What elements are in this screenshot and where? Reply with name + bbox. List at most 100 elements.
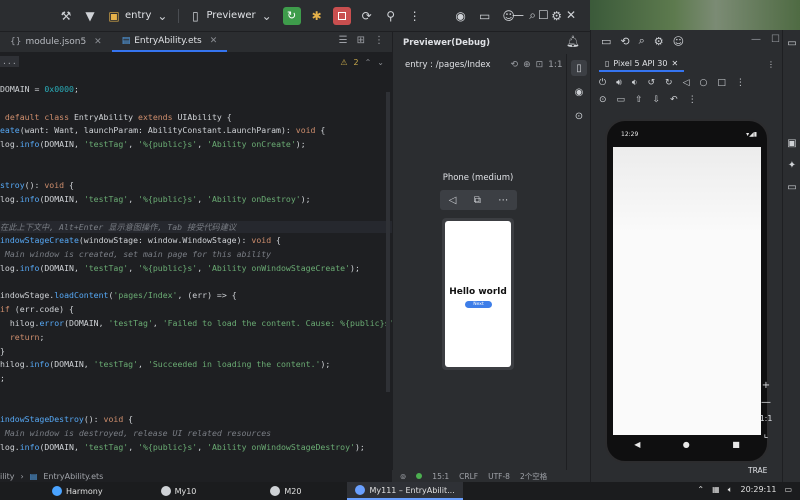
split-icon[interactable]: ⊞ (357, 35, 365, 46)
run-config-selector[interactable]: ▯ Previewer ⌄ (187, 8, 274, 24)
more-icon[interactable]: ⋮ (407, 8, 423, 24)
rotate-left-icon[interactable]: ↺ (647, 78, 655, 92)
zoom-ratio-button[interactable]: 1:1 (760, 414, 773, 423)
inspect-icon[interactable]: ⊚ (400, 472, 406, 481)
inspection-status[interactable]: ⚠ 2 ⌃ ⌄ (340, 58, 384, 67)
close-icon[interactable]: ✕ (94, 37, 102, 47)
profiler-icon[interactable]: ⚲ (383, 8, 399, 24)
ratio-toggle[interactable]: 1:1 (548, 60, 562, 70)
search-icon[interactable]: ⌕ (639, 34, 645, 48)
minimize-button[interactable]: — (512, 8, 524, 22)
zoom-in-button[interactable]: + (762, 380, 770, 391)
code-line: } (0, 346, 5, 356)
minimize-button[interactable]: — (751, 34, 761, 45)
more-icon[interactable]: ⋮ (688, 95, 697, 109)
sparkle-icon[interactable]: ✦ (785, 158, 799, 172)
taskbar-item-my10[interactable]: My10 (153, 482, 205, 500)
tray-label[interactable]: TRAE (748, 466, 767, 475)
device-icon[interactable]: ▯ (571, 60, 587, 76)
notification-icon[interactable]: 🔔︎ (566, 35, 580, 48)
back-icon[interactable]: ◁ (683, 78, 690, 92)
folded-imports[interactable]: ... (0, 56, 19, 67)
rotate-icon[interactable]: ⧉ (474, 195, 481, 206)
more-icon[interactable]: ⋮ (767, 60, 775, 69)
back-icon[interactable]: ◀ (634, 440, 640, 449)
folder-icon[interactable]: ▭ (477, 8, 493, 24)
power-icon[interactable]: ⏻ (599, 78, 606, 92)
line-separator[interactable]: CRLF (459, 472, 478, 481)
tab-pixel5[interactable]: ▯ Pixel 5 API 30 ✕ (599, 57, 685, 72)
chevron-up-icon[interactable]: ⌃ (365, 58, 372, 67)
rerun-button[interactable]: ↻ (282, 6, 301, 25)
back-icon[interactable]: ◁ (449, 195, 457, 206)
eye-icon[interactable]: ◉ (571, 84, 587, 100)
gear-icon[interactable]: ⚙ (549, 8, 565, 24)
overview-icon[interactable]: □ (717, 78, 726, 92)
build-icon[interactable]: ▼ (82, 8, 98, 24)
home-icon[interactable]: ○ (699, 78, 707, 92)
code-editor[interactable]: ⚠ 2 ⌃ ⌄ ... DOMAIN = 0x0000; default cla… (0, 52, 392, 470)
gear-icon[interactable]: ⚙ (654, 35, 664, 48)
taskbar-item-harmony[interactable]: Harmony (44, 482, 111, 500)
device-icon[interactable]: ▭ (785, 180, 799, 194)
multi-device-icon[interactable]: ⊡ (536, 60, 544, 70)
more-icon[interactable]: ⋮ (736, 78, 745, 92)
home-icon[interactable]: ● (683, 440, 690, 449)
page-path[interactable]: entry : /pages/Index (405, 60, 491, 70)
breadcrumb-item[interactable]: ility (0, 472, 15, 481)
zoom-icon[interactable]: ⊕ (523, 60, 531, 70)
hammer-icon[interactable]: ⚒ (58, 8, 74, 24)
editor-scrollbar[interactable] (386, 92, 390, 392)
chat-icon[interactable]: ▣ (785, 136, 799, 150)
more-icon[interactable]: ⋮ (374, 35, 384, 46)
phone-screen[interactable] (613, 147, 761, 435)
close-button[interactable]: ✕ (566, 8, 576, 22)
close-icon[interactable]: ✕ (671, 59, 678, 68)
encoding[interactable]: UTF-8 (488, 472, 510, 481)
zoom-out-button[interactable]: — (761, 397, 771, 408)
window-icon[interactable]: ▭ (785, 36, 799, 50)
tab-module-json5[interactable]: {} module.json5 ✕ (0, 32, 112, 52)
volume-up-icon[interactable]: 🔊︎ (616, 78, 622, 92)
upload-icon[interactable]: ⇧ (635, 95, 643, 109)
next-button[interactable]: Next (465, 301, 492, 308)
network-icon[interactable]: ▦ (712, 485, 720, 495)
camera-icon[interactable]: ⊙ (599, 95, 607, 109)
record-icon[interactable]: ▭ (617, 95, 626, 109)
taskbar-item-my111[interactable]: My111 – EntryAbilit... (347, 482, 463, 500)
project-selector[interactable]: ▣ entry ⌄ (106, 8, 170, 24)
breadcrumb-item[interactable]: EntryAbility.ets (43, 472, 103, 481)
rotate-right-icon[interactable]: ↻ (665, 78, 673, 92)
clock[interactable]: 20:29:11 (741, 485, 777, 495)
more-icon[interactable]: ⋯ (498, 195, 508, 206)
taskbar-item-m20[interactable]: M20 (262, 482, 309, 500)
tab-list-icon[interactable]: ☰ (339, 35, 348, 46)
notification-icon[interactable]: ▭ (784, 485, 792, 495)
undo-icon[interactable]: ↶ (670, 95, 678, 109)
inspector-icon[interactable]: ⊙ (571, 108, 587, 124)
debug-icon[interactable]: ✱ (309, 8, 325, 24)
preview-screen[interactable]: Hello world Next (445, 221, 511, 367)
cursor-position[interactable]: 15:1 (432, 472, 449, 481)
app-icon (52, 486, 62, 496)
overview-icon[interactable]: ■ (732, 440, 740, 449)
download-icon[interactable]: ⇩ (653, 95, 661, 109)
sync-icon[interactable]: ⟲ (620, 35, 629, 48)
fit-screen-icon[interactable]: ⌞ (764, 429, 769, 440)
stop-button[interactable] (332, 6, 351, 25)
device-manager-icon[interactable]: ◉ (453, 8, 469, 24)
close-icon[interactable]: ✕ (210, 36, 218, 46)
volume-icon[interactable]: 🔈︎ (728, 485, 733, 495)
volume-down-icon[interactable]: 🔉︎ (632, 78, 638, 92)
account-icon[interactable]: ☺ (673, 35, 684, 48)
refresh-icon[interactable]: ⟲ (511, 60, 519, 70)
tab-entryability-ets[interactable]: ▤ EntryAbility.ets ✕ (111, 32, 228, 52)
status-dot (416, 473, 423, 479)
maximize-button[interactable]: ☐ (538, 8, 549, 22)
chevron-up-icon[interactable]: ⌃ (697, 485, 704, 495)
chevron-down-icon[interactable]: ⌄ (377, 58, 384, 67)
window-icon[interactable]: ▭ (601, 35, 611, 48)
maximize-button[interactable]: ☐ (771, 34, 780, 45)
sync-icon[interactable]: ⟳ (359, 8, 375, 24)
indent[interactable]: 2个空格 (520, 471, 547, 482)
